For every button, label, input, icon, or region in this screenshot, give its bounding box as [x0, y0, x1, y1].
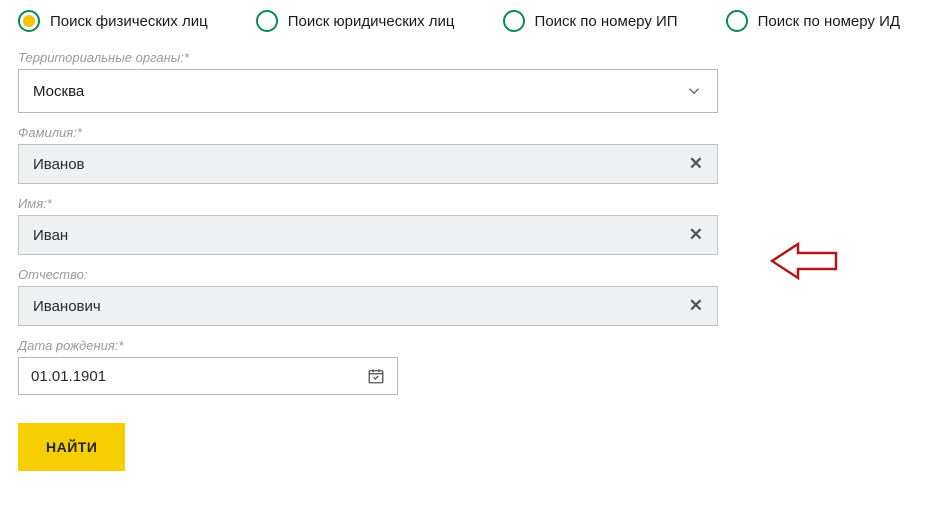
radio-icon	[256, 10, 278, 32]
close-icon[interactable]: ✕	[689, 225, 703, 245]
radio-icon	[18, 10, 40, 32]
patronymic-input[interactable]	[33, 298, 689, 315]
tab-label: Поиск физических лиц	[50, 13, 208, 30]
radio-icon	[726, 10, 748, 32]
tab-ip-number[interactable]: Поиск по номеру ИП	[503, 10, 678, 32]
territory-value: Москва	[33, 83, 685, 100]
surname-label: Фамилия:*	[18, 125, 926, 140]
tab-label: Поиск по номеру ИП	[535, 13, 678, 30]
birthdate-input[interactable]	[31, 368, 367, 385]
patronymic-field-wrap: ✕	[18, 286, 718, 326]
birthdate-label: Дата рождения:*	[18, 338, 926, 353]
radio-icon	[503, 10, 525, 32]
name-field-wrap: ✕	[18, 215, 718, 255]
tab-label: Поиск юридических лиц	[288, 13, 455, 30]
tab-label: Поиск по номеру ИД	[758, 13, 900, 30]
calendar-icon[interactable]	[367, 367, 385, 385]
surname-field-wrap: ✕	[18, 144, 718, 184]
tab-individuals[interactable]: Поиск физических лиц	[18, 10, 208, 32]
close-icon[interactable]: ✕	[689, 296, 703, 316]
close-icon[interactable]: ✕	[689, 154, 703, 174]
surname-input[interactable]	[33, 156, 689, 173]
tab-legal[interactable]: Поиск юридических лиц	[256, 10, 455, 32]
name-input[interactable]	[33, 227, 689, 244]
name-label: Имя:*	[18, 196, 926, 211]
patronymic-label: Отчество:	[18, 267, 926, 282]
tab-id-number[interactable]: Поиск по номеру ИД	[726, 10, 900, 32]
search-button[interactable]: НАЙТИ	[18, 423, 125, 471]
territory-label: Территориальные органы:*	[18, 50, 926, 65]
birthdate-field-wrap	[18, 357, 398, 395]
search-type-tabs: Поиск физических лиц Поиск юридических л…	[18, 10, 926, 32]
chevron-down-icon	[685, 82, 703, 100]
territory-select[interactable]: Москва	[18, 69, 718, 113]
